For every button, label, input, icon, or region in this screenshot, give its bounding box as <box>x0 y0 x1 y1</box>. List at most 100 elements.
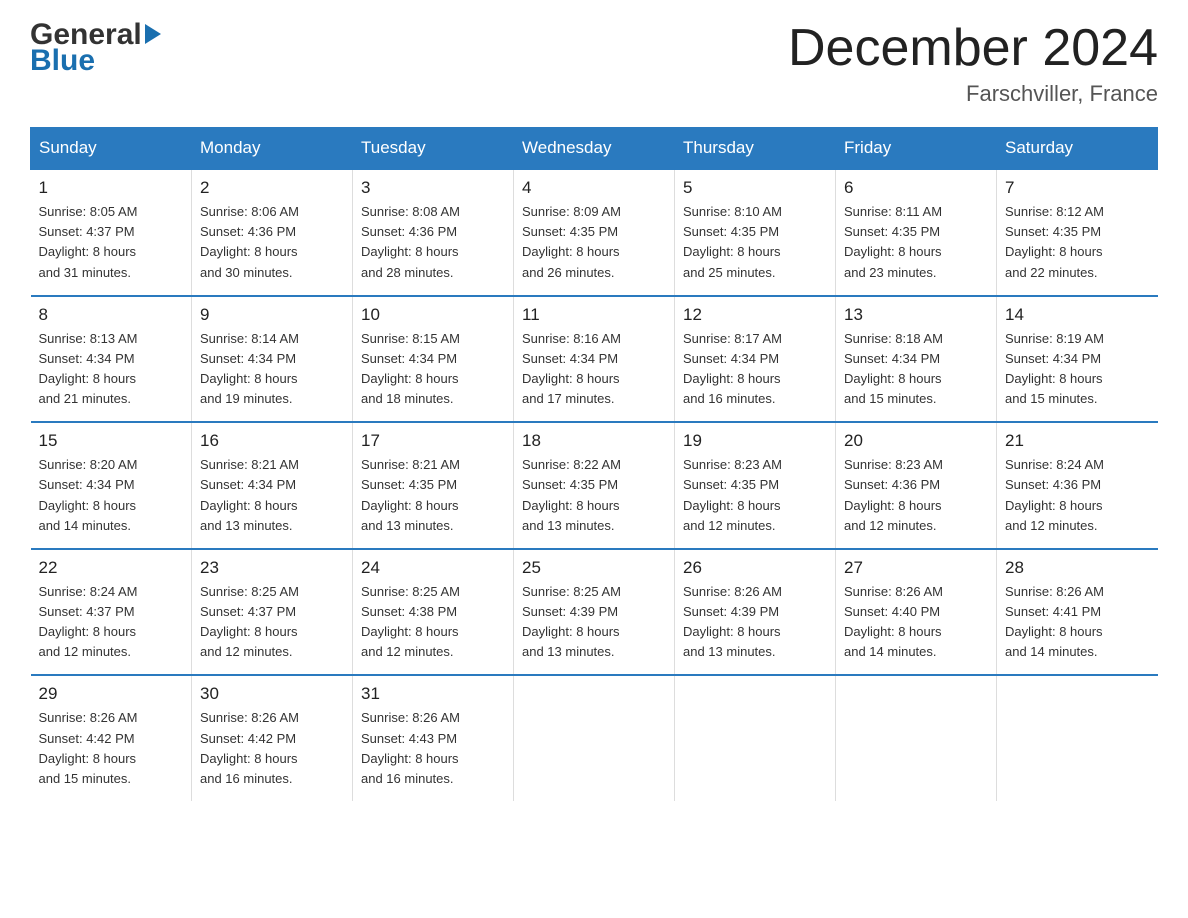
calendar-day-cell <box>675 675 836 801</box>
calendar-day-cell <box>997 675 1158 801</box>
logo-flag-icon <box>145 24 161 44</box>
location-text: Farschviller, France <box>788 81 1158 107</box>
calendar-day-cell: 23 Sunrise: 8:25 AM Sunset: 4:37 PM Dayl… <box>192 549 353 676</box>
day-info: Sunrise: 8:16 AM Sunset: 4:34 PM Dayligh… <box>522 329 666 410</box>
calendar-week-row: 15 Sunrise: 8:20 AM Sunset: 4:34 PM Dayl… <box>31 422 1158 549</box>
calendar-day-cell: 27 Sunrise: 8:26 AM Sunset: 4:40 PM Dayl… <box>836 549 997 676</box>
calendar-week-row: 29 Sunrise: 8:26 AM Sunset: 4:42 PM Dayl… <box>31 675 1158 801</box>
col-monday: Monday <box>192 128 353 170</box>
col-sunday: Sunday <box>31 128 192 170</box>
day-info: Sunrise: 8:23 AM Sunset: 4:35 PM Dayligh… <box>683 455 827 536</box>
day-number: 1 <box>39 178 184 198</box>
calendar-day-cell: 11 Sunrise: 8:16 AM Sunset: 4:34 PM Dayl… <box>514 296 675 423</box>
calendar-day-cell: 16 Sunrise: 8:21 AM Sunset: 4:34 PM Dayl… <box>192 422 353 549</box>
calendar-week-row: 1 Sunrise: 8:05 AM Sunset: 4:37 PM Dayli… <box>31 169 1158 296</box>
day-info: Sunrise: 8:13 AM Sunset: 4:34 PM Dayligh… <box>39 329 184 410</box>
day-number: 2 <box>200 178 344 198</box>
day-info: Sunrise: 8:11 AM Sunset: 4:35 PM Dayligh… <box>844 202 988 283</box>
day-info: Sunrise: 8:18 AM Sunset: 4:34 PM Dayligh… <box>844 329 988 410</box>
day-info: Sunrise: 8:06 AM Sunset: 4:36 PM Dayligh… <box>200 202 344 283</box>
calendar-day-cell: 2 Sunrise: 8:06 AM Sunset: 4:36 PM Dayli… <box>192 169 353 296</box>
day-number: 26 <box>683 558 827 578</box>
day-number: 19 <box>683 431 827 451</box>
day-info: Sunrise: 8:26 AM Sunset: 4:39 PM Dayligh… <box>683 582 827 663</box>
day-info: Sunrise: 8:26 AM Sunset: 4:43 PM Dayligh… <box>361 708 505 789</box>
day-info: Sunrise: 8:17 AM Sunset: 4:34 PM Dayligh… <box>683 329 827 410</box>
day-number: 4 <box>522 178 666 198</box>
calendar-day-cell: 29 Sunrise: 8:26 AM Sunset: 4:42 PM Dayl… <box>31 675 192 801</box>
day-number: 23 <box>200 558 344 578</box>
day-info: Sunrise: 8:20 AM Sunset: 4:34 PM Dayligh… <box>39 455 184 536</box>
calendar-day-cell: 30 Sunrise: 8:26 AM Sunset: 4:42 PM Dayl… <box>192 675 353 801</box>
calendar-day-cell: 24 Sunrise: 8:25 AM Sunset: 4:38 PM Dayl… <box>353 549 514 676</box>
day-info: Sunrise: 8:24 AM Sunset: 4:37 PM Dayligh… <box>39 582 184 663</box>
calendar-day-cell: 26 Sunrise: 8:26 AM Sunset: 4:39 PM Dayl… <box>675 549 836 676</box>
day-number: 8 <box>39 305 184 325</box>
day-number: 16 <box>200 431 344 451</box>
day-number: 6 <box>844 178 988 198</box>
calendar-day-cell: 28 Sunrise: 8:26 AM Sunset: 4:41 PM Dayl… <box>997 549 1158 676</box>
calendar-day-cell: 3 Sunrise: 8:08 AM Sunset: 4:36 PM Dayli… <box>353 169 514 296</box>
col-thursday: Thursday <box>675 128 836 170</box>
day-number: 30 <box>200 684 344 704</box>
calendar-day-cell: 20 Sunrise: 8:23 AM Sunset: 4:36 PM Dayl… <box>836 422 997 549</box>
day-info: Sunrise: 8:09 AM Sunset: 4:35 PM Dayligh… <box>522 202 666 283</box>
calendar-day-cell: 31 Sunrise: 8:26 AM Sunset: 4:43 PM Dayl… <box>353 675 514 801</box>
day-number: 24 <box>361 558 505 578</box>
calendar-day-cell: 19 Sunrise: 8:23 AM Sunset: 4:35 PM Dayl… <box>675 422 836 549</box>
day-info: Sunrise: 8:08 AM Sunset: 4:36 PM Dayligh… <box>361 202 505 283</box>
col-saturday: Saturday <box>997 128 1158 170</box>
day-number: 27 <box>844 558 988 578</box>
day-info: Sunrise: 8:26 AM Sunset: 4:40 PM Dayligh… <box>844 582 988 663</box>
day-info: Sunrise: 8:21 AM Sunset: 4:34 PM Dayligh… <box>200 455 344 536</box>
day-number: 3 <box>361 178 505 198</box>
calendar-day-cell: 4 Sunrise: 8:09 AM Sunset: 4:35 PM Dayli… <box>514 169 675 296</box>
calendar-week-row: 8 Sunrise: 8:13 AM Sunset: 4:34 PM Dayli… <box>31 296 1158 423</box>
day-info: Sunrise: 8:14 AM Sunset: 4:34 PM Dayligh… <box>200 329 344 410</box>
day-info: Sunrise: 8:26 AM Sunset: 4:41 PM Dayligh… <box>1005 582 1150 663</box>
calendar-day-cell: 7 Sunrise: 8:12 AM Sunset: 4:35 PM Dayli… <box>997 169 1158 296</box>
day-info: Sunrise: 8:23 AM Sunset: 4:36 PM Dayligh… <box>844 455 988 536</box>
day-number: 9 <box>200 305 344 325</box>
calendar-day-cell: 8 Sunrise: 8:13 AM Sunset: 4:34 PM Dayli… <box>31 296 192 423</box>
calendar-week-row: 22 Sunrise: 8:24 AM Sunset: 4:37 PM Dayl… <box>31 549 1158 676</box>
day-number: 14 <box>1005 305 1150 325</box>
day-number: 25 <box>522 558 666 578</box>
day-info: Sunrise: 8:05 AM Sunset: 4:37 PM Dayligh… <box>39 202 184 283</box>
calendar-day-cell: 12 Sunrise: 8:17 AM Sunset: 4:34 PM Dayl… <box>675 296 836 423</box>
calendar-day-cell: 10 Sunrise: 8:15 AM Sunset: 4:34 PM Dayl… <box>353 296 514 423</box>
day-number: 18 <box>522 431 666 451</box>
day-info: Sunrise: 8:15 AM Sunset: 4:34 PM Dayligh… <box>361 329 505 410</box>
day-info: Sunrise: 8:19 AM Sunset: 4:34 PM Dayligh… <box>1005 329 1150 410</box>
calendar-day-cell: 25 Sunrise: 8:25 AM Sunset: 4:39 PM Dayl… <box>514 549 675 676</box>
day-number: 15 <box>39 431 184 451</box>
calendar-day-cell <box>514 675 675 801</box>
day-info: Sunrise: 8:24 AM Sunset: 4:36 PM Dayligh… <box>1005 455 1150 536</box>
calendar-day-cell: 9 Sunrise: 8:14 AM Sunset: 4:34 PM Dayli… <box>192 296 353 423</box>
calendar-day-cell: 22 Sunrise: 8:24 AM Sunset: 4:37 PM Dayl… <box>31 549 192 676</box>
calendar-day-cell: 1 Sunrise: 8:05 AM Sunset: 4:37 PM Dayli… <box>31 169 192 296</box>
day-number: 31 <box>361 684 505 704</box>
month-title: December 2024 <box>788 20 1158 77</box>
day-info: Sunrise: 8:26 AM Sunset: 4:42 PM Dayligh… <box>39 708 184 789</box>
calendar-day-cell: 13 Sunrise: 8:18 AM Sunset: 4:34 PM Dayl… <box>836 296 997 423</box>
day-info: Sunrise: 8:25 AM Sunset: 4:38 PM Dayligh… <box>361 582 505 663</box>
day-number: 5 <box>683 178 827 198</box>
calendar-day-cell: 21 Sunrise: 8:24 AM Sunset: 4:36 PM Dayl… <box>997 422 1158 549</box>
day-number: 12 <box>683 305 827 325</box>
calendar-header-row: Sunday Monday Tuesday Wednesday Thursday… <box>31 128 1158 170</box>
day-number: 10 <box>361 305 505 325</box>
calendar-table: Sunday Monday Tuesday Wednesday Thursday… <box>30 127 1158 801</box>
day-number: 28 <box>1005 558 1150 578</box>
col-tuesday: Tuesday <box>353 128 514 170</box>
page-header: General Blue December 2024 Farschviller,… <box>30 20 1158 107</box>
day-info: Sunrise: 8:26 AM Sunset: 4:42 PM Dayligh… <box>200 708 344 789</box>
day-info: Sunrise: 8:10 AM Sunset: 4:35 PM Dayligh… <box>683 202 827 283</box>
day-info: Sunrise: 8:12 AM Sunset: 4:35 PM Dayligh… <box>1005 202 1150 283</box>
day-info: Sunrise: 8:21 AM Sunset: 4:35 PM Dayligh… <box>361 455 505 536</box>
title-block: December 2024 Farschviller, France <box>788 20 1158 107</box>
logo: General Blue <box>30 20 161 76</box>
day-number: 21 <box>1005 431 1150 451</box>
calendar-day-cell: 5 Sunrise: 8:10 AM Sunset: 4:35 PM Dayli… <box>675 169 836 296</box>
day-number: 20 <box>844 431 988 451</box>
